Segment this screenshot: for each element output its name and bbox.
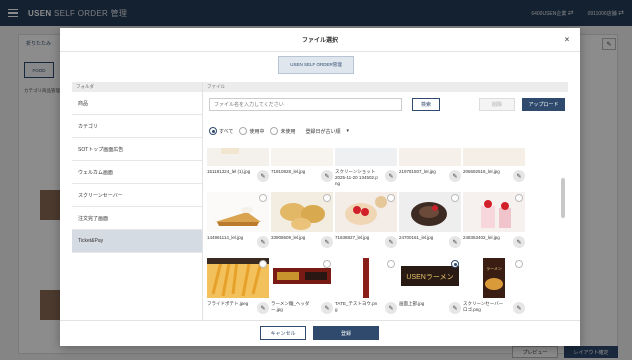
file-name: ラーメン麺_ヘッダー.jpg — [271, 301, 310, 312]
search-button[interactable]: 検索 — [412, 98, 440, 111]
register-button[interactable]: 登録 — [313, 326, 379, 340]
grapefruit-image — [463, 148, 525, 166]
delete-button[interactable]: 削除 — [479, 98, 515, 111]
radio-icon — [239, 127, 248, 135]
folder-item[interactable]: 注文完了画面 — [72, 207, 202, 230]
file-name: 71910828_lel.jpg — [271, 169, 306, 174]
filter-unused[interactable]: 未使用 — [270, 127, 295, 135]
pencil-icon[interactable]: ✎ — [321, 236, 333, 248]
file-grid: 151181324_lel (1).jpg ✎ 71910828_lel.jpg ✎ ス… — [207, 148, 557, 320]
close-icon[interactable]: × — [562, 35, 572, 45]
pencil-icon[interactable]: ✎ — [385, 236, 397, 248]
search-input[interactable] — [209, 98, 402, 111]
folder-item[interactable]: 商品 — [72, 92, 202, 115]
file-name: 33908609_lel.jpg — [271, 235, 306, 240]
roll-cake-image — [271, 148, 333, 166]
folder-item[interactable]: スクリーンセーバー — [72, 184, 202, 207]
filter-all[interactable]: すべて — [209, 127, 233, 135]
pencil-icon[interactable]: ✎ — [385, 302, 397, 314]
pencil-icon[interactable]: ✎ — [257, 302, 269, 314]
file-name: 248353402_lel.jpg — [463, 235, 500, 240]
usen-ramen-logo-text: USENラーメン — [406, 273, 453, 281]
cancel-button[interactable]: キャンセル — [260, 326, 306, 340]
strawberry-tart-image — [335, 148, 397, 166]
sort-label: 登録日が古い順 — [305, 128, 341, 135]
folder-item[interactable]: カテゴリ — [72, 115, 202, 138]
modal-title: ファイル選択 — [301, 38, 338, 44]
file-toolbar: 検索 削除 アップロード — [209, 98, 565, 112]
pencil-icon[interactable]: ✎ — [257, 236, 269, 248]
radio-icon[interactable] — [259, 194, 267, 202]
filter-all-label: すべて — [219, 128, 234, 135]
radio-icon[interactable] — [323, 194, 331, 202]
file-name: 71638827_lel.jpg — [335, 235, 370, 240]
radio-icon[interactable] — [515, 194, 523, 202]
ramen-poster-text: ラーメン — [486, 265, 502, 271]
radio-icon — [270, 127, 279, 135]
pencil-icon[interactable]: ✎ — [385, 170, 397, 182]
folder-item[interactable]: ウェルカム画面 — [72, 161, 202, 184]
modal-header: ファイル選択 × — [60, 28, 580, 52]
filter-in-use[interactable]: 使用中 — [239, 127, 264, 135]
filter-bar: すべて 使用中 未使用 登録日が古い順 ▾ — [209, 126, 349, 136]
store-button[interactable]: USEN SELF ORDER管理 — [278, 56, 354, 74]
file-thumbnail[interactable] — [463, 148, 525, 166]
file-select-modal: ファイル選択 × USEN SELF ORDER管理 フォルダ 商品 カテゴリ SO… — [60, 28, 580, 346]
folder-header: フォルダ — [72, 82, 202, 92]
file-thumbnail[interactable] — [399, 148, 461, 166]
shortcake-image — [399, 148, 461, 166]
file-name: 24700161_lel.jpg — [399, 235, 434, 240]
pencil-icon[interactable]: ✎ — [513, 170, 525, 182]
pencil-icon[interactable]: ✎ — [449, 170, 461, 182]
file-name: 219781507_lel.jpg — [399, 169, 436, 174]
chevron-down-icon: ▾ — [346, 128, 350, 134]
pencil-icon[interactable]: ✎ — [449, 236, 461, 248]
file-name: スクリーンセーバーロゴ.png — [463, 301, 504, 312]
radio-icon[interactable] — [387, 260, 395, 268]
grid-scrollbar[interactable] — [561, 178, 565, 218]
filter-unused-label: 未使用 — [280, 128, 296, 135]
folder-list: 商品 カテゴリ SOTトップ画面広告 ウェルカム画面 スクリーンセーバー 注文完了画面 Ti… — [72, 92, 202, 253]
file-thumbnail[interactable] — [335, 148, 397, 166]
pencil-icon[interactable]: ✎ — [321, 302, 333, 314]
pencil-icon[interactable]: ✎ — [513, 236, 525, 248]
file-name: 144961114_lel.jpg — [207, 235, 244, 240]
file-thumbnail[interactable] — [207, 148, 269, 166]
radio-icon[interactable] — [259, 260, 267, 268]
folder-column: フォルダ 商品 カテゴリ SOTトップ画面広告 ウェルカム画面 スクリーンセーバー 注文完… — [72, 82, 203, 320]
radio-selected-icon[interactable] — [451, 260, 459, 268]
strawberry-cake-image — [207, 148, 269, 166]
modal-footer: キャンセル 登録 — [60, 320, 580, 346]
file-column: ファイル 検索 削除 アップロード すべて 使用中 未使用 登録日が古い順 ▾ … — [203, 82, 568, 320]
pencil-icon[interactable]: ✎ — [449, 302, 461, 314]
pencil-icon[interactable]: ✎ — [257, 170, 269, 182]
file-name: スクリーンショット 2025-11-20 134502.png — [335, 169, 378, 186]
radio-selected-icon — [209, 127, 217, 135]
folder-item[interactable]: SOTトップ画面広告 — [72, 138, 202, 161]
file-name: フライドポテト.jpeg — [207, 301, 249, 306]
upload-button[interactable]: アップロード — [522, 98, 565, 111]
file-thumbnail[interactable] — [271, 148, 333, 166]
folder-item[interactable]: Ticket&Pay — [72, 230, 202, 253]
radio-icon[interactable] — [323, 260, 331, 268]
file-name: 205692516_lel.jpg — [463, 169, 500, 174]
radio-icon[interactable] — [515, 260, 523, 268]
file-name: 画面上部.jpg — [399, 301, 425, 306]
sort-select[interactable]: 登録日が古い順 ▾ — [305, 128, 349, 135]
pencil-icon[interactable]: ✎ — [513, 302, 525, 314]
radio-icon[interactable] — [387, 194, 395, 202]
pencil-icon[interactable]: ✎ — [321, 170, 333, 182]
modal-body: フォルダ 商品 カテゴリ SOTトップ画面広告 ウェルカム画面 スクリーンセーバー 注文完… — [72, 82, 568, 320]
file-name: TATE_テストヨウ.png — [335, 301, 378, 312]
radio-icon[interactable] — [451, 194, 459, 202]
file-name: 151181324_lel (1).jpg — [207, 169, 251, 174]
filter-in-use-label: 使用中 — [249, 128, 265, 135]
file-header: ファイル — [203, 82, 568, 92]
